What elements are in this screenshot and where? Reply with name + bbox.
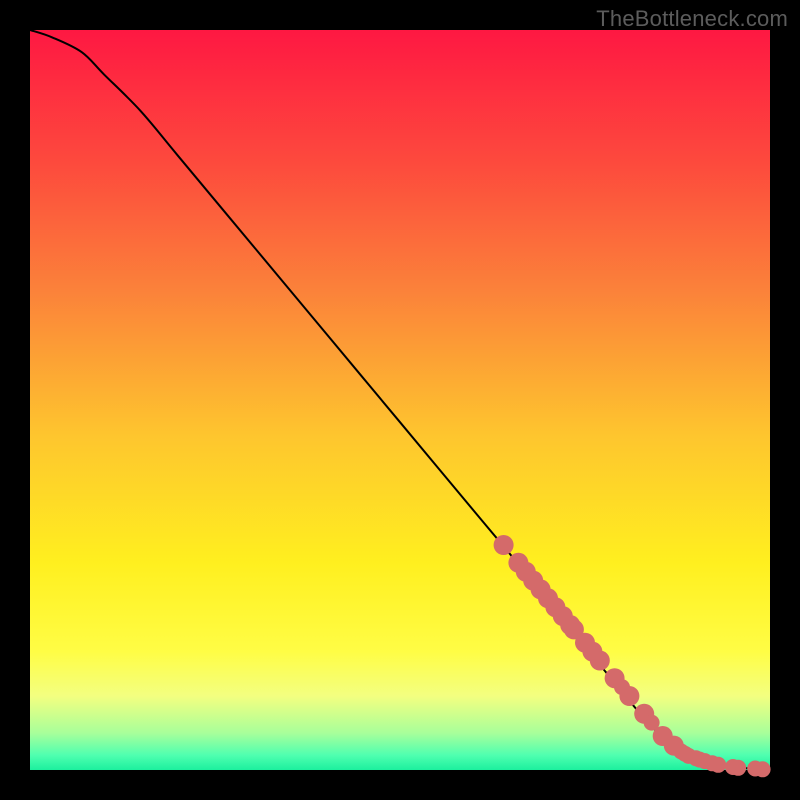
plot-area [30, 30, 770, 770]
chart-stage: TheBottleneck.com [0, 0, 800, 800]
data-point [619, 686, 639, 706]
data-point [590, 651, 610, 671]
markers-group [494, 535, 771, 777]
data-point [755, 761, 771, 777]
data-point [494, 535, 514, 555]
data-point [710, 757, 726, 773]
main-curve [30, 30, 770, 769]
watermark-label: TheBottleneck.com [596, 6, 788, 32]
curve-layer [30, 30, 770, 770]
data-point [730, 760, 746, 776]
